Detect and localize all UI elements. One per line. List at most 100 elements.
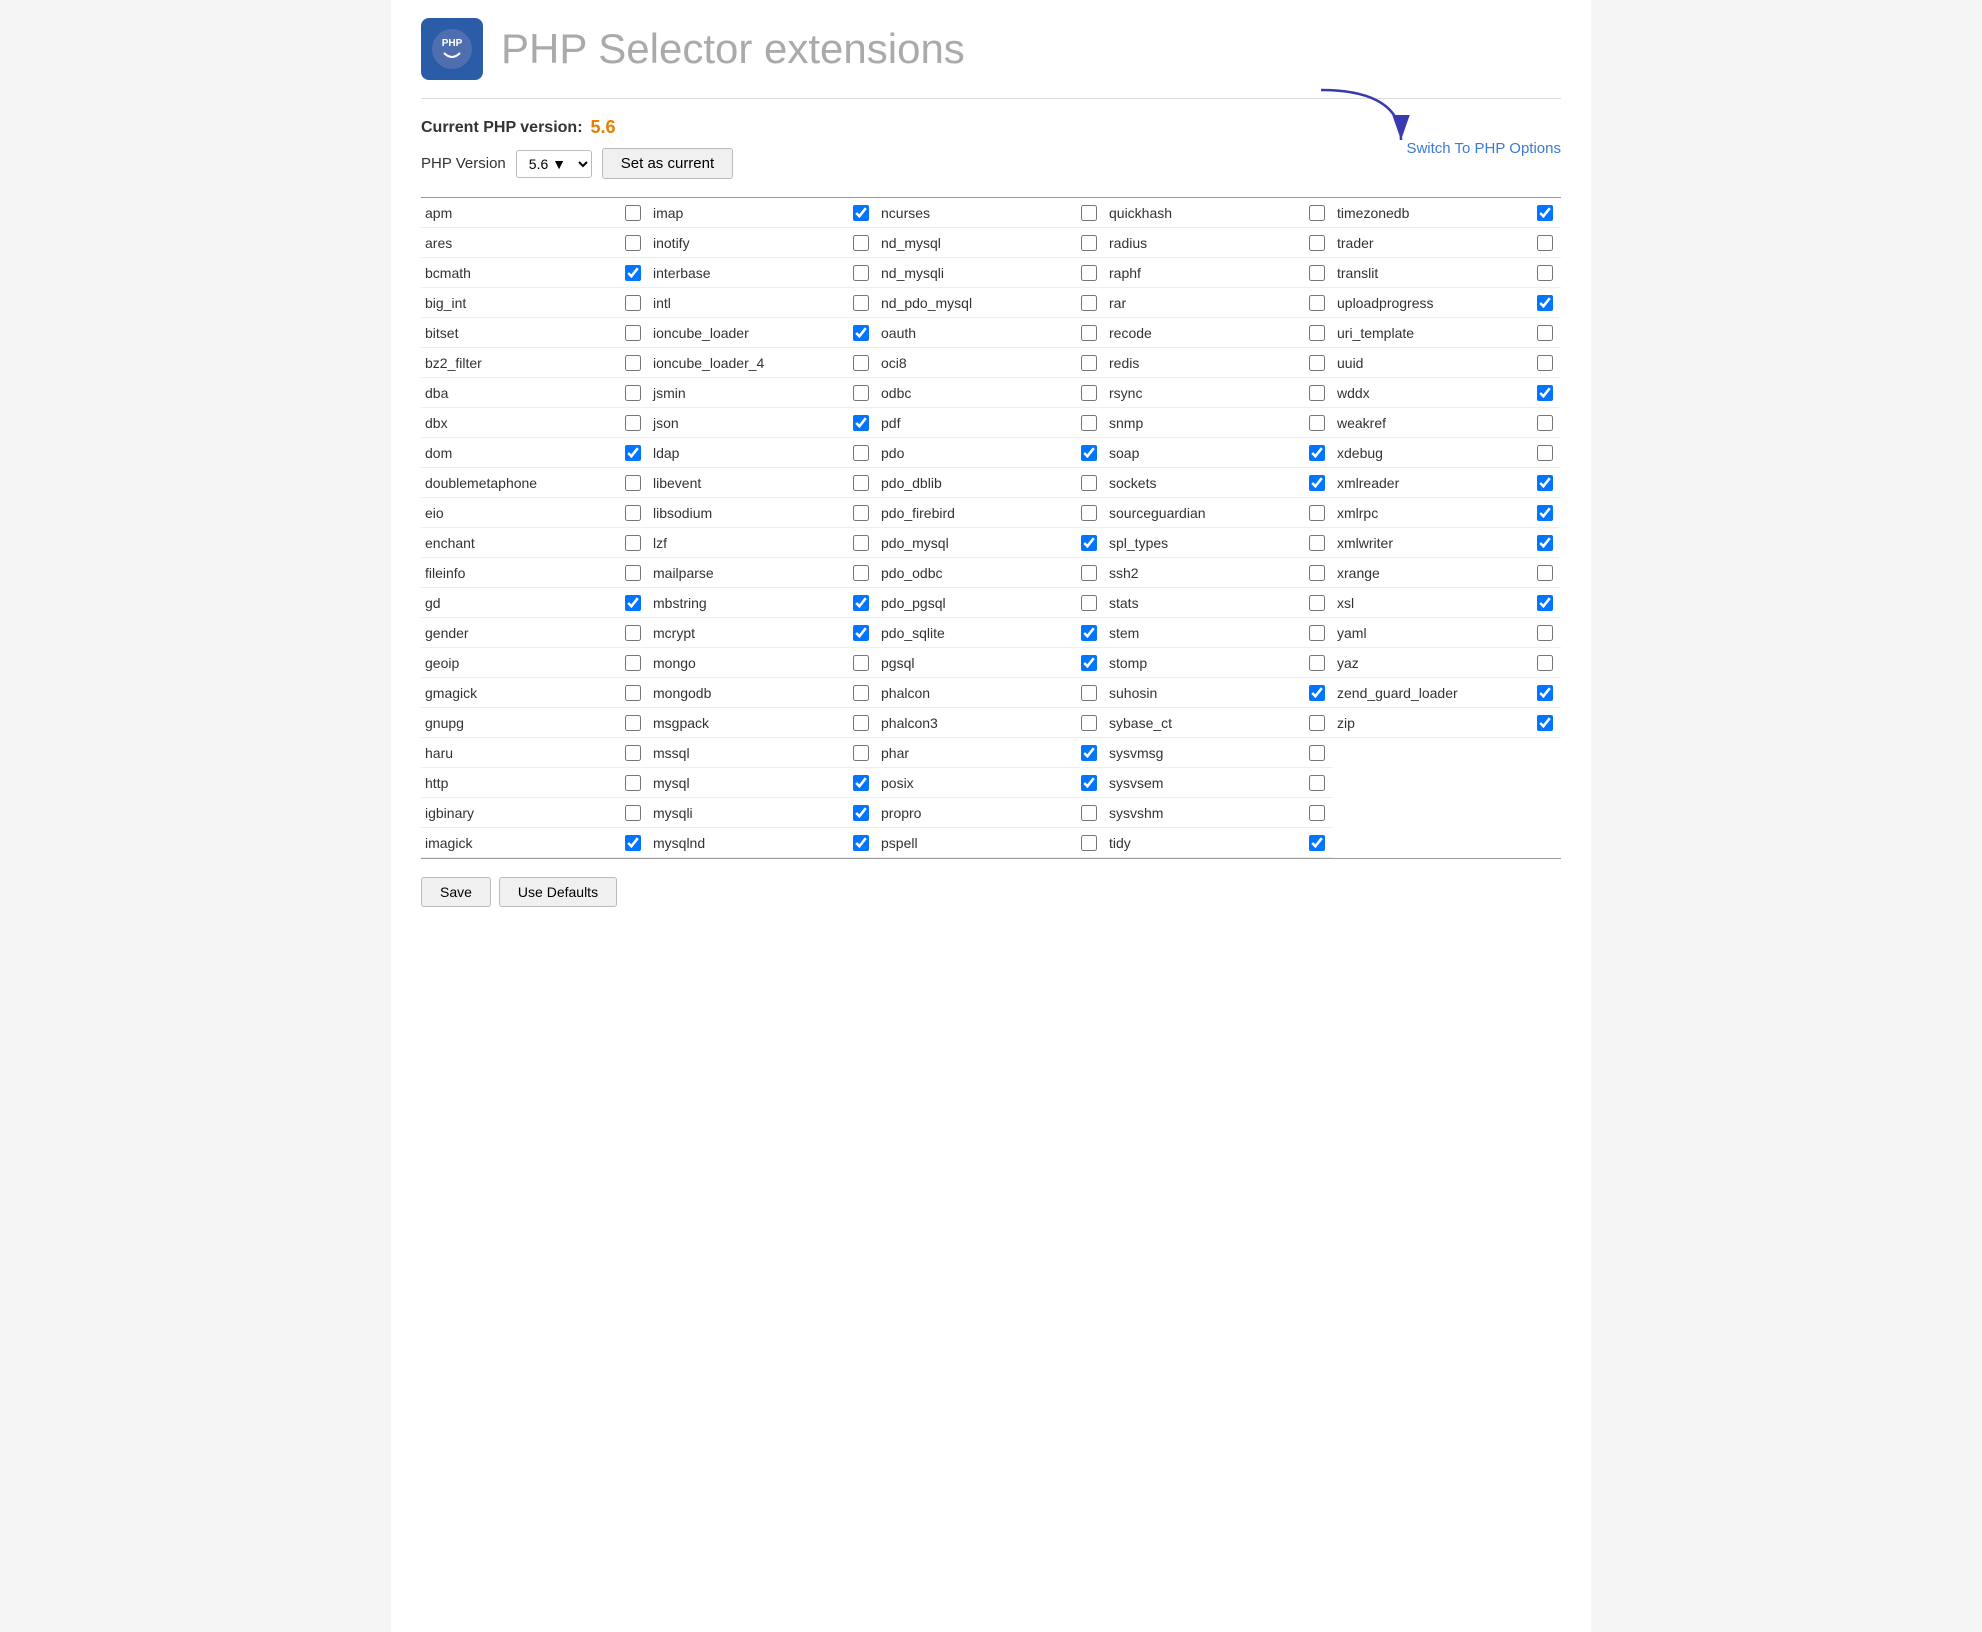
extension-checkbox[interactable] [625, 745, 641, 761]
extension-checkbox[interactable] [625, 535, 641, 551]
extension-checkbox[interactable] [1081, 625, 1097, 641]
extension-checkbox[interactable] [1309, 775, 1325, 791]
extension-checkbox[interactable] [1309, 625, 1325, 641]
extension-checkbox[interactable] [1537, 445, 1553, 461]
extension-checkbox[interactable] [853, 625, 869, 641]
extension-checkbox[interactable] [1081, 595, 1097, 611]
extension-checkbox[interactable] [625, 205, 641, 221]
extension-checkbox[interactable] [853, 805, 869, 821]
extension-checkbox[interactable] [853, 295, 869, 311]
extension-checkbox[interactable] [1309, 565, 1325, 581]
extension-checkbox[interactable] [853, 565, 869, 581]
extension-checkbox[interactable] [1081, 655, 1097, 671]
extension-checkbox[interactable] [853, 445, 869, 461]
extension-checkbox[interactable] [1537, 235, 1553, 251]
extension-checkbox[interactable] [1081, 775, 1097, 791]
extension-checkbox[interactable] [853, 475, 869, 491]
extension-checkbox[interactable] [1081, 385, 1097, 401]
extension-checkbox[interactable] [1081, 535, 1097, 551]
extension-checkbox[interactable] [853, 415, 869, 431]
extension-checkbox[interactable] [1081, 565, 1097, 581]
extension-checkbox[interactable] [853, 745, 869, 761]
extension-checkbox[interactable] [1081, 415, 1097, 431]
extension-checkbox[interactable] [1537, 205, 1553, 221]
extension-checkbox[interactable] [1537, 505, 1553, 521]
extension-checkbox[interactable] [1309, 415, 1325, 431]
extension-checkbox[interactable] [1309, 445, 1325, 461]
extension-checkbox[interactable] [1309, 475, 1325, 491]
extension-checkbox[interactable] [625, 565, 641, 581]
extension-checkbox[interactable] [625, 505, 641, 521]
extension-checkbox[interactable] [1081, 445, 1097, 461]
extension-checkbox[interactable] [1537, 355, 1553, 371]
extension-checkbox[interactable] [853, 655, 869, 671]
extension-checkbox[interactable] [1309, 265, 1325, 281]
extension-checkbox[interactable] [625, 715, 641, 731]
switch-to-php-options-link[interactable]: Switch To PHP Options [1406, 140, 1561, 157]
extension-checkbox[interactable] [625, 625, 641, 641]
extension-checkbox[interactable] [1309, 835, 1325, 851]
extension-checkbox[interactable] [1537, 565, 1553, 581]
extension-checkbox[interactable] [1537, 535, 1553, 551]
extension-checkbox[interactable] [1309, 655, 1325, 671]
extension-checkbox[interactable] [625, 355, 641, 371]
extension-checkbox[interactable] [853, 775, 869, 791]
extension-checkbox[interactable] [1309, 355, 1325, 371]
extension-checkbox[interactable] [625, 325, 641, 341]
extension-checkbox[interactable] [1309, 295, 1325, 311]
extension-checkbox[interactable] [625, 415, 641, 431]
extension-checkbox[interactable] [1309, 385, 1325, 401]
extension-checkbox[interactable] [1081, 835, 1097, 851]
extension-checkbox[interactable] [1309, 535, 1325, 551]
extension-checkbox[interactable] [1537, 265, 1553, 281]
extension-checkbox[interactable] [853, 715, 869, 731]
extension-checkbox[interactable] [1081, 295, 1097, 311]
extension-checkbox[interactable] [625, 445, 641, 461]
extension-checkbox[interactable] [625, 235, 641, 251]
extension-checkbox[interactable] [1537, 655, 1553, 671]
extension-checkbox[interactable] [853, 535, 869, 551]
extension-checkbox[interactable] [625, 295, 641, 311]
extension-checkbox[interactable] [853, 385, 869, 401]
extension-checkbox[interactable] [1081, 685, 1097, 701]
extension-checkbox[interactable] [625, 685, 641, 701]
extension-checkbox[interactable] [1081, 325, 1097, 341]
extension-checkbox[interactable] [853, 235, 869, 251]
extension-checkbox[interactable] [1309, 205, 1325, 221]
extension-checkbox[interactable] [1081, 355, 1097, 371]
extension-checkbox[interactable] [1537, 325, 1553, 341]
extension-checkbox[interactable] [853, 325, 869, 341]
extension-checkbox[interactable] [1081, 235, 1097, 251]
extension-checkbox[interactable] [853, 355, 869, 371]
extension-checkbox[interactable] [1309, 235, 1325, 251]
extension-checkbox[interactable] [1537, 715, 1553, 731]
extension-checkbox[interactable] [625, 385, 641, 401]
extension-checkbox[interactable] [1081, 475, 1097, 491]
extension-checkbox[interactable] [625, 775, 641, 791]
extension-checkbox[interactable] [853, 685, 869, 701]
extension-checkbox[interactable] [1537, 385, 1553, 401]
extension-checkbox[interactable] [625, 805, 641, 821]
extension-checkbox[interactable] [625, 835, 641, 851]
extension-checkbox[interactable] [1081, 205, 1097, 221]
use-defaults-button[interactable]: Use Defaults [499, 877, 617, 907]
extension-checkbox[interactable] [1309, 715, 1325, 731]
extension-checkbox[interactable] [1537, 625, 1553, 641]
extension-checkbox[interactable] [1309, 595, 1325, 611]
extension-checkbox[interactable] [1309, 685, 1325, 701]
extension-checkbox[interactable] [1081, 745, 1097, 761]
extension-checkbox[interactable] [1537, 475, 1553, 491]
extension-checkbox[interactable] [1081, 265, 1097, 281]
extension-checkbox[interactable] [853, 835, 869, 851]
extension-checkbox[interactable] [625, 475, 641, 491]
set-current-button[interactable]: Set as current [602, 148, 733, 179]
extension-checkbox[interactable] [1537, 295, 1553, 311]
save-button[interactable]: Save [421, 877, 491, 907]
extension-checkbox[interactable] [1537, 415, 1553, 431]
extension-checkbox[interactable] [625, 265, 641, 281]
extension-checkbox[interactable] [625, 655, 641, 671]
extension-checkbox[interactable] [1081, 715, 1097, 731]
extension-checkbox[interactable] [1081, 805, 1097, 821]
extension-checkbox[interactable] [1537, 685, 1553, 701]
extension-checkbox[interactable] [1309, 325, 1325, 341]
